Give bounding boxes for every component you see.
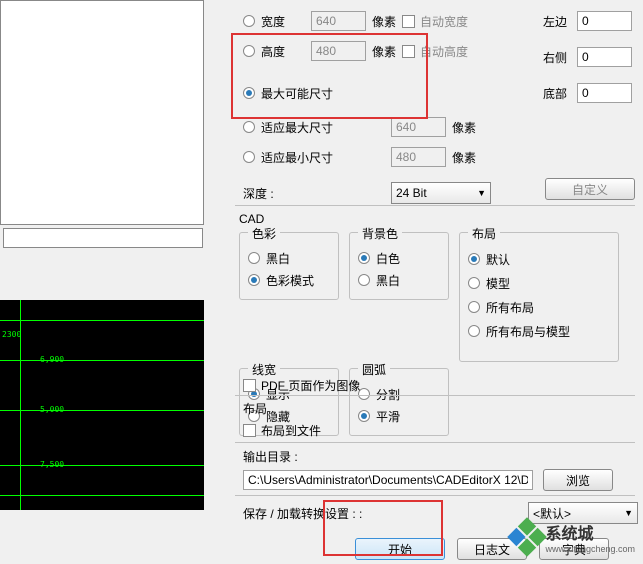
- margin-left-input[interactable]: [577, 11, 632, 31]
- cad-title: CAD: [239, 212, 639, 226]
- pdf-as-image-check[interactable]: [243, 379, 256, 392]
- radio-bg-white[interactable]: [358, 252, 370, 264]
- watermark: 系统城 www.xitongcheng.com: [513, 520, 635, 554]
- auto-height-label: 自动高度: [420, 43, 468, 60]
- fit-max-label: 适应最大尺寸: [261, 119, 391, 136]
- height-label: 高度: [261, 43, 311, 60]
- start-button[interactable]: 开始: [355, 538, 445, 560]
- fit-min-input[interactable]: [391, 147, 446, 167]
- custom-button[interactable]: 自定义: [545, 178, 635, 200]
- width-unit: 像素: [372, 13, 396, 30]
- radio-layout-allmodel[interactable]: [468, 325, 480, 337]
- fit-max-unit: 像素: [452, 119, 476, 136]
- radio-color-bw[interactable]: [248, 252, 260, 264]
- auto-width-check[interactable]: [402, 15, 415, 28]
- saveload-value: <默认>: [533, 505, 571, 522]
- group-layout: 布局 默认 模型 所有布局 所有布局与模型: [459, 232, 619, 362]
- layout-title: 布局: [243, 400, 321, 417]
- cad-preview: 2300 6,900 5,000 7,500: [0, 300, 204, 510]
- radio-layout-default[interactable]: [468, 253, 480, 265]
- height-input[interactable]: [311, 41, 366, 61]
- layout-to-file-check[interactable]: [243, 424, 256, 437]
- fit-max-input[interactable]: [391, 117, 446, 137]
- margin-bottom-label: 底部: [543, 85, 577, 102]
- radio-color-mode[interactable]: [248, 274, 260, 286]
- max-possible-label: 最大可能尺寸: [261, 85, 333, 102]
- group-arc: 圆弧 分割 平滑: [349, 368, 449, 436]
- path-box[interactable]: [3, 228, 203, 248]
- radio-width[interactable]: [243, 15, 255, 27]
- fit-min-unit: 像素: [452, 149, 476, 166]
- group-color: 色彩 黑白 色彩模式: [239, 232, 339, 300]
- fit-min-label: 适应最小尺寸: [261, 149, 391, 166]
- radio-fit-max[interactable]: [243, 121, 255, 133]
- radio-bg-black[interactable]: [358, 274, 370, 286]
- width-label: 宽度: [261, 13, 311, 30]
- margin-right-label: 右侧: [543, 49, 577, 66]
- output-label: 输出目录 :: [243, 448, 638, 465]
- depth-label: 深度 :: [243, 185, 391, 202]
- chevron-down-icon: ▼: [624, 508, 633, 518]
- radio-max-possible[interactable]: [243, 87, 255, 99]
- output-path-input[interactable]: [243, 470, 533, 490]
- radio-height[interactable]: [243, 45, 255, 57]
- layout-to-file-label: 布局到文件: [261, 422, 321, 439]
- margin-left-label: 左边: [543, 13, 577, 30]
- saveload-label: 保存 / 加载转换设置 : :: [243, 505, 528, 522]
- radio-fit-min[interactable]: [243, 151, 255, 163]
- depth-value: 24 Bit: [396, 186, 427, 200]
- width-input[interactable]: [311, 11, 366, 31]
- pdf-as-image-label: PDF 页面作为图像: [261, 377, 360, 394]
- browse-button[interactable]: 浏览: [543, 469, 613, 491]
- radio-layout-model[interactable]: [468, 277, 480, 289]
- radio-layout-all[interactable]: [468, 301, 480, 313]
- logo-icon: [508, 517, 548, 557]
- height-unit: 像素: [372, 43, 396, 60]
- margin-bottom-input[interactable]: [577, 83, 632, 103]
- auto-width-label: 自动宽度: [420, 13, 468, 30]
- chevron-down-icon: ▼: [477, 188, 486, 198]
- file-list-box: [0, 0, 204, 225]
- depth-dropdown[interactable]: 24 Bit ▼: [391, 182, 491, 204]
- radio-arc-smooth[interactable]: [358, 410, 370, 422]
- margin-right-input[interactable]: [577, 47, 632, 67]
- group-bg: 背景色 白色 黑白: [349, 232, 449, 300]
- auto-height-check[interactable]: [402, 45, 415, 58]
